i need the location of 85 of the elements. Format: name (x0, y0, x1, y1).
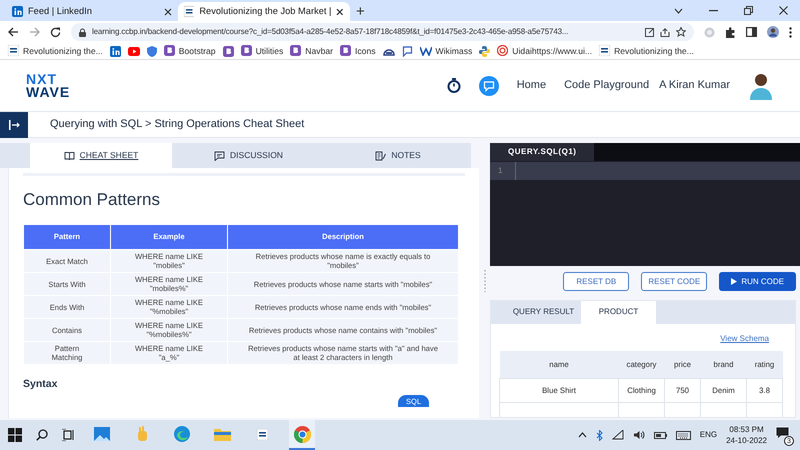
bookmark[interactable]: Wikimass (420, 44, 472, 58)
view-schema-link[interactable]: View Schema (720, 334, 769, 343)
battery-icon[interactable] (654, 432, 667, 438)
hand-icon (136, 426, 148, 442)
keyboard-icon[interactable] (676, 430, 691, 440)
bookmark[interactable]: Uidaihttps://www.ui... (497, 44, 592, 58)
bluetooth-icon[interactable] (596, 430, 603, 440)
language-indicator[interactable]: ENG (700, 429, 718, 441)
puzzle-icon[interactable] (725, 26, 736, 38)
notification-icon (776, 427, 789, 439)
nav-link[interactable]: Code Playground (564, 77, 650, 94)
bookmark[interactable]: Icons (340, 44, 376, 58)
new-tab-button[interactable]: + (356, 4, 365, 19)
file-tab[interactable]: QUERY.SQL(Q1) (490, 143, 594, 161)
taskbar-app[interactable] (289, 420, 315, 450)
task-view-icon[interactable] (62, 429, 75, 441)
minimize-icon[interactable] (709, 10, 718, 12)
tab[interactable]: QUERY RESULT (506, 300, 581, 324)
chat-bubble-icon[interactable] (478, 76, 499, 96)
bootstrap-icon[interactable] (222, 46, 234, 56)
tab[interactable]: CHEAT SHEET (30, 143, 172, 168)
reload-icon[interactable] (50, 26, 61, 38)
reset-button[interactable]: RESET DB (563, 272, 630, 292)
play-icon (731, 278, 738, 286)
windows-start-icon[interactable] (8, 428, 22, 442)
bookmark[interactable]: Revolutionizing the... (599, 44, 694, 58)
profile-icon[interactable] (767, 26, 779, 38)
chevron-icon[interactable] (674, 8, 683, 14)
lock-icon (79, 28, 86, 36)
code-editor[interactable]: QUERY.SQL(Q1) 1 (490, 143, 800, 266)
flag-icon[interactable] (402, 46, 413, 56)
youtube-icon[interactable] (128, 46, 140, 56)
edge-icon (174, 426, 190, 442)
chat-icon (214, 150, 226, 160)
bookmark[interactable]: Navbar (290, 44, 333, 58)
reset-button[interactable]: RESET CODE (641, 272, 708, 292)
shield-icon[interactable] (146, 46, 157, 56)
chrome-icon (294, 426, 310, 442)
volume-icon[interactable] (632, 430, 645, 440)
resize-handle-icon[interactable] (484, 270, 486, 292)
tab[interactable]: PRODUCT (581, 300, 656, 324)
restore-icon[interactable] (744, 6, 753, 15)
line-number: 1 (490, 162, 516, 180)
site-logo[interactable]: NXT WAVE (26, 72, 70, 98)
bookmark[interactable]: Bootstrap (164, 44, 216, 58)
menu-icon[interactable] (789, 26, 792, 38)
linkedin-icon[interactable] (110, 46, 121, 56)
side-panel-icon[interactable] (746, 27, 757, 37)
site-logo-icon (256, 428, 268, 440)
bookmark[interactable]: Utilities (240, 44, 284, 58)
sidebar-toggle[interactable] (0, 112, 28, 138)
python-icon[interactable] (479, 46, 490, 56)
breadcrumb: Querying with SQL > String Operations Cheat Sheet (50, 117, 304, 132)
photos-icon (94, 427, 110, 441)
folder-icon (214, 427, 230, 441)
section-heading: Common Patterns (23, 189, 161, 211)
tab[interactable]: DISCUSSION (172, 143, 325, 168)
chevron-up-icon[interactable] (578, 432, 587, 438)
back-icon[interactable] (8, 27, 19, 37)
avatar-icon[interactable] (748, 72, 774, 100)
section-heading: Syntax (23, 377, 58, 392)
star-icon[interactable] (676, 27, 686, 37)
share-icon[interactable] (660, 28, 670, 36)
nav-link[interactable]: Home (516, 77, 546, 94)
wiki-icon (420, 46, 432, 56)
stopwatch-icon[interactable] (446, 78, 461, 93)
collapse-icon (8, 120, 20, 130)
open-external-icon[interactable] (645, 28, 654, 36)
browser-tab[interactable]: Revolutionizing the Job Market | (178, 2, 350, 21)
site-logo-icon (184, 6, 194, 17)
signal-icon (497, 45, 508, 56)
close-icon[interactable] (779, 6, 788, 15)
book-icon (64, 150, 75, 160)
tab[interactable]: NOTES (325, 143, 471, 168)
browser-tab[interactable]: Feed | LinkedIn (6, 2, 178, 21)
search-icon[interactable] (36, 429, 48, 441)
user-name[interactable]: A Kiran Kumar (659, 77, 730, 94)
address-bar[interactable]: learning.ccbp.in/backend-development/course?c_id=5d03f5a4-a285-4e52-8a57-18f718c4859f&t_id=f01475e3-2c43-465e-a958-a5e75743... (71, 23, 694, 41)
close-icon[interactable] (336, 8, 344, 16)
notes-icon (375, 150, 386, 160)
clock[interactable]: 08:53 PM 24-10-2022 (726, 424, 767, 446)
linkedin-icon (12, 6, 23, 17)
close-icon[interactable] (164, 8, 172, 16)
bookmark[interactable]: Revolutionizing the... (8, 44, 103, 58)
run-button[interactable]: RUN CODE (719, 272, 796, 292)
